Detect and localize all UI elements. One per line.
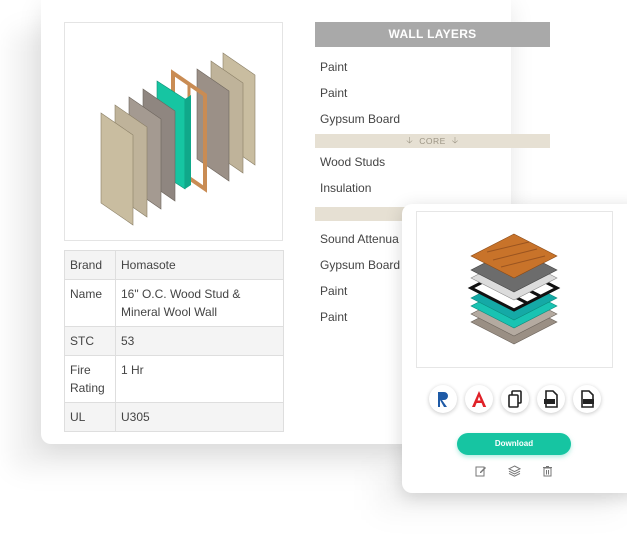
arrow-down-icon: 🡣: [451, 135, 459, 145]
property-key: Fire Rating: [64, 355, 116, 403]
download-button[interactable]: Download: [457, 433, 571, 455]
arrow-down-icon: 🡣: [406, 135, 414, 145]
table-row: STC 53: [64, 326, 284, 356]
exploded-wall-illustration: [100, 52, 256, 226]
properties-table: Brand Homasote Name 16" O.C. Wood Stud &…: [64, 250, 284, 432]
layer-item: Paint: [320, 86, 348, 100]
card-actions: [474, 464, 554, 478]
property-key: Brand: [64, 250, 116, 280]
edit-icon[interactable]: [474, 464, 488, 478]
property-key: UL: [64, 402, 116, 432]
revit-icon[interactable]: [429, 385, 457, 413]
product-card: Download: [402, 204, 627, 493]
table-row: Brand Homasote: [64, 250, 284, 280]
property-value: 16" O.C. Wood Stud & Mineral Wool Wall: [115, 279, 284, 327]
assembly-image: [64, 22, 283, 241]
wall-layers-header: WALL LAYERS: [315, 22, 550, 47]
property-value: 1 Hr: [115, 355, 284, 403]
property-value: 53: [115, 326, 284, 356]
property-key: STC: [64, 326, 116, 356]
layer-item: Wood Studs: [320, 155, 386, 169]
trash-icon[interactable]: [540, 464, 554, 478]
stacked-layers-illustration: [467, 233, 561, 345]
layers-icon[interactable]: [507, 464, 521, 478]
autocad-icon[interactable]: [465, 385, 493, 413]
property-value: U305: [115, 402, 284, 432]
property-key: Name: [64, 279, 116, 327]
table-row: Name 16" O.C. Wood Stud & Mineral Wool W…: [64, 279, 284, 327]
layer-item: Gypsum Board: [320, 112, 401, 126]
floor-assembly-image: [416, 211, 613, 368]
copy-file-icon[interactable]: [501, 385, 529, 413]
core-divider: 🡣 CORE 🡣: [315, 134, 550, 148]
layer-item: Insulation: [320, 181, 372, 195]
property-value: Homasote: [115, 250, 284, 280]
dwg-file-icon[interactable]: [573, 385, 601, 413]
file-format-icons: [429, 385, 601, 417]
core-label: CORE: [419, 136, 446, 146]
table-row: UL U305: [64, 402, 284, 432]
layer-item: Paint: [320, 60, 348, 74]
pdf-file-icon[interactable]: [537, 385, 565, 413]
table-row: Fire Rating 1 Hr: [64, 355, 284, 403]
